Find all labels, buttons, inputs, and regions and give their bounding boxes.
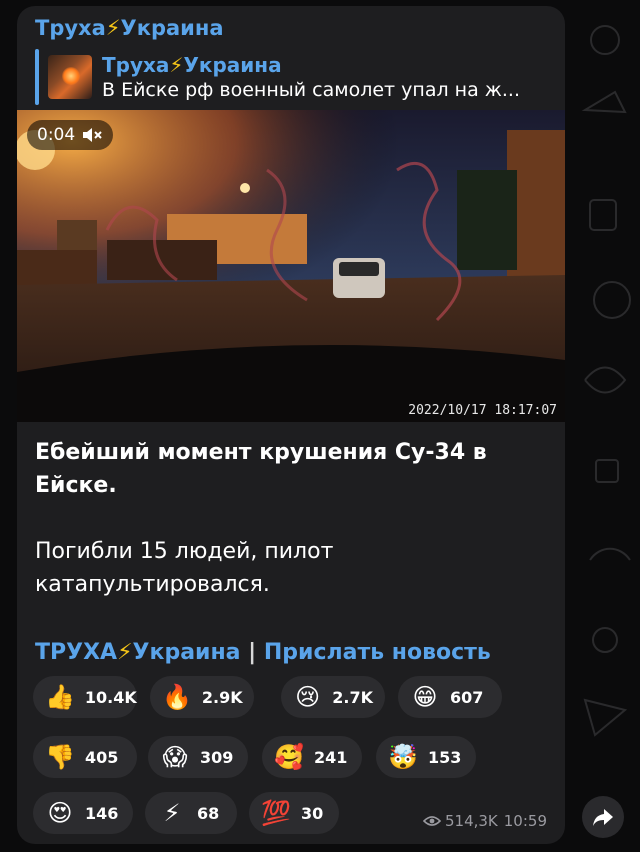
reaction-count: 309 bbox=[200, 747, 234, 767]
smiling-hearts-icon: 🥰 bbox=[274, 743, 304, 771]
reaction-count: 10.4K bbox=[84, 687, 137, 707]
reaction-count: 153 bbox=[428, 747, 462, 767]
reply-snippet: В Ейске рф военный самолет упал на ж... bbox=[102, 78, 520, 101]
message-bubble: Труха⚡Украина Труха⚡Украина В Ейске рф в… bbox=[17, 6, 565, 844]
reaction-count: 2.9K bbox=[201, 687, 243, 707]
heart-eyes-icon: 😍 bbox=[47, 799, 73, 827]
reaction-grin[interactable]: 😁 607 bbox=[398, 676, 502, 718]
video-frame bbox=[17, 110, 565, 422]
reply-accent-bar bbox=[35, 49, 39, 105]
reaction-count: 405 bbox=[85, 747, 119, 767]
exploding-head-icon: 🤯 bbox=[388, 743, 418, 771]
reaction-thumbs-up[interactable]: 👍 10.4K bbox=[33, 676, 137, 718]
thumbs-down-icon: 👎 bbox=[45, 743, 75, 771]
message-time: 10:59 bbox=[503, 812, 547, 830]
reaction-count: 68 bbox=[197, 803, 220, 823]
share-button[interactable] bbox=[582, 796, 624, 838]
speaker-muted-icon[interactable] bbox=[81, 127, 103, 143]
footer-links: ТРУХА⚡Украина | Прислать новость bbox=[35, 640, 491, 665]
reaction-hundred[interactable]: 💯 30 bbox=[249, 792, 339, 834]
video-player[interactable]: 0:04 2022/10/17 18:17:07 bbox=[17, 110, 565, 422]
reaction-fire[interactable]: 🔥 2.9K bbox=[150, 676, 254, 718]
thumbs-up-icon: 👍 bbox=[45, 683, 75, 711]
fire-icon: 🔥 bbox=[162, 683, 192, 711]
reaction-count: 241 bbox=[314, 747, 348, 767]
video-timestamp-overlay: 2022/10/17 18:17:07 bbox=[408, 403, 557, 418]
video-duration: 0:04 bbox=[37, 125, 76, 145]
video-duration-badge: 0:04 bbox=[27, 120, 114, 150]
eye-icon bbox=[422, 816, 441, 826]
grinning-face-icon: 😁 bbox=[412, 683, 438, 711]
reaction-thumbs-down[interactable]: 👎 405 bbox=[33, 736, 137, 778]
channel-name[interactable]: Труха⚡Украина bbox=[35, 16, 224, 40]
reaction-heart-eyes[interactable]: 😍 146 bbox=[33, 792, 133, 834]
view-count: 514,3K bbox=[444, 812, 498, 830]
message-meta: 514,3K 10:59 bbox=[422, 812, 547, 830]
reaction-count: 2.7K bbox=[332, 687, 373, 707]
reply-title: Труха⚡Украина bbox=[102, 52, 282, 77]
reaction-mind-blown[interactable]: 🤯 153 bbox=[376, 736, 476, 778]
reaction-scream[interactable]: 😱 309 bbox=[148, 736, 248, 778]
lightning-icon: ⚡ bbox=[163, 799, 181, 827]
reply-preview[interactable]: Труха⚡Украина В Ейске рф военный самолет… bbox=[35, 48, 547, 106]
submit-news-link[interactable]: Прислать новость bbox=[264, 640, 491, 665]
reaction-count: 607 bbox=[450, 687, 484, 707]
reaction-crying[interactable]: 😢 2.7K bbox=[281, 676, 385, 718]
reaction-count: 146 bbox=[85, 803, 119, 823]
reaction-count: 30 bbox=[301, 803, 324, 823]
post-body: Погибли 15 людей, пилот катапультировалс… bbox=[35, 539, 334, 597]
reply-thumbnail bbox=[48, 55, 92, 99]
channel-link[interactable]: ТРУХА⚡Украина bbox=[35, 640, 241, 665]
link-separator: | bbox=[248, 640, 257, 665]
screaming-face-icon: 😱 bbox=[162, 743, 188, 771]
reaction-lightning[interactable]: ⚡ 68 bbox=[145, 792, 237, 834]
reaction-love-face[interactable]: 🥰 241 bbox=[262, 736, 362, 778]
hundred-points-icon: 💯 bbox=[261, 799, 291, 827]
crying-face-icon: 😢 bbox=[295, 683, 321, 711]
share-arrow-icon bbox=[593, 809, 613, 826]
post-headline: Ебейший момент крушения Су-34 в Ейске. bbox=[35, 440, 487, 498]
